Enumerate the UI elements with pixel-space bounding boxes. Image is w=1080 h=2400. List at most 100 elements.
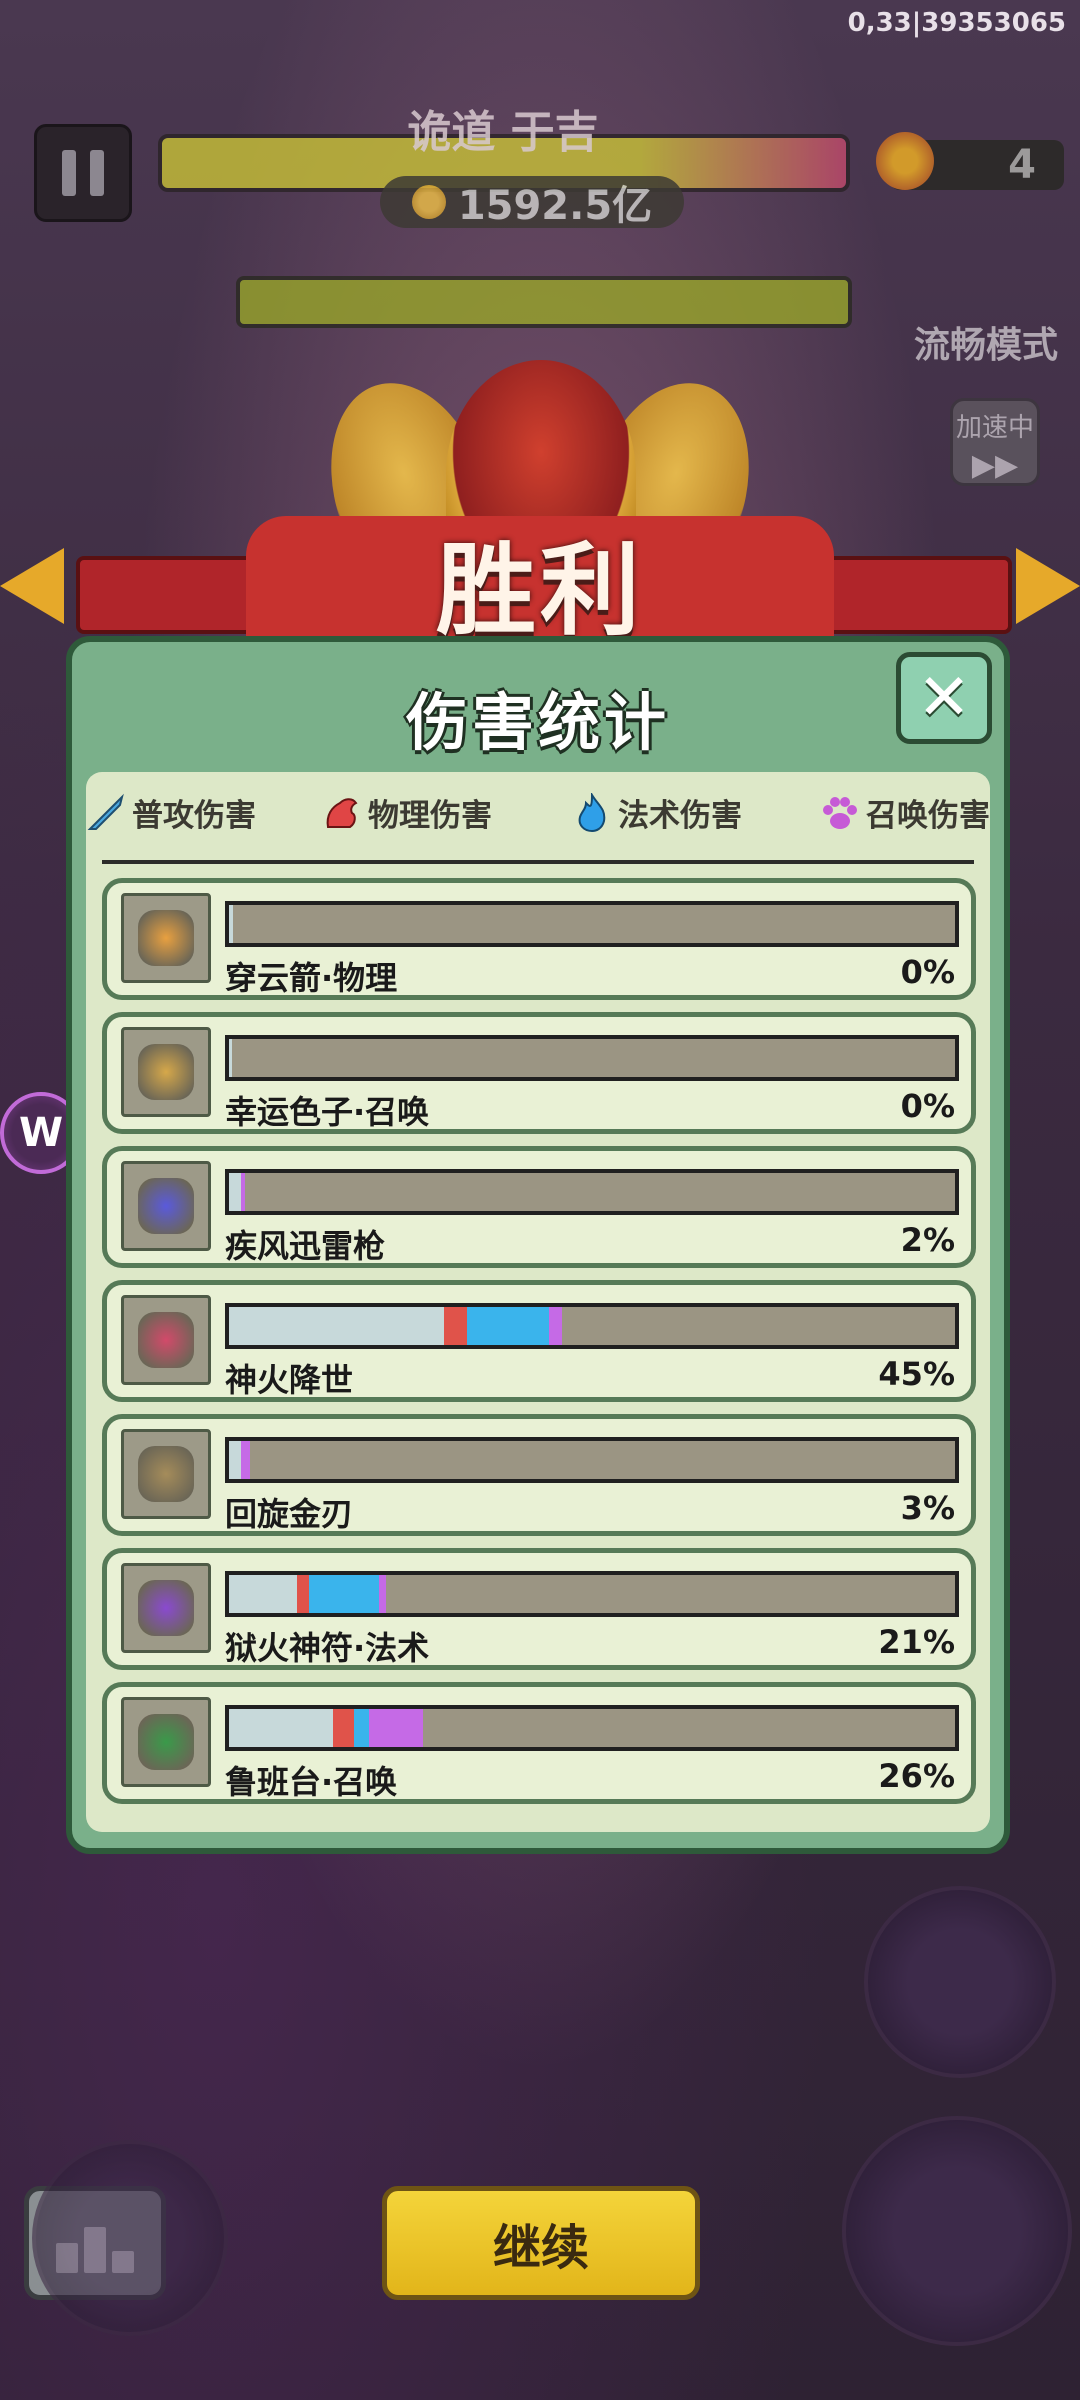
gold-amount: 1592.5亿 bbox=[457, 183, 653, 229]
skill-percent: 26% bbox=[878, 1757, 955, 1795]
skill-name: 狱火神符·法术 bbox=[225, 1629, 430, 1667]
damage-segment-normal bbox=[229, 905, 233, 943]
skill-percent: 0% bbox=[900, 1087, 955, 1125]
skill-name: 回旋金刃 bbox=[225, 1495, 354, 1533]
skill-row: 鲁班台·召唤 26% bbox=[102, 1682, 976, 1804]
victory-title: 胜利 bbox=[246, 516, 834, 649]
skill-orb-icon bbox=[842, 2116, 1072, 2346]
legend-physical: 物理伤害 bbox=[322, 790, 492, 835]
arrows-icon bbox=[121, 893, 211, 983]
sword-icon bbox=[87, 793, 124, 830]
speed-up-button[interactable]: 加速中 ▶▶ bbox=[950, 398, 1040, 486]
debug-readout: 0,33|39353065 bbox=[847, 8, 1066, 38]
dice-icon bbox=[121, 1027, 211, 1117]
close-icon: ✕ bbox=[917, 661, 971, 735]
skill-row: 回旋金刃 3% bbox=[102, 1414, 976, 1536]
pause-button[interactable] bbox=[34, 124, 132, 222]
skill-name: 鲁班台·召唤 bbox=[225, 1763, 398, 1801]
damage-segment-physical bbox=[297, 1575, 309, 1613]
legend-label: 法术伤害 bbox=[618, 798, 742, 834]
skill-name: 神火降世 bbox=[225, 1361, 354, 1399]
damage-segment-normal bbox=[229, 1307, 444, 1345]
skill-row: 幸运色子·召唤 0% bbox=[102, 1012, 976, 1134]
skill-row: 穿云箭·物理 0% bbox=[102, 878, 976, 1000]
damage-segment-magic bbox=[354, 1709, 369, 1747]
skill-row: 疾风迅雷枪 2% bbox=[102, 1146, 976, 1268]
skill-percent: 2% bbox=[900, 1221, 955, 1259]
damage-bar bbox=[225, 1437, 959, 1483]
wave-icon bbox=[876, 132, 934, 190]
legend-label: 召唤伤害 bbox=[866, 798, 990, 834]
skill-name: 疾风迅雷枪 bbox=[225, 1227, 386, 1265]
flame-icon bbox=[578, 792, 606, 832]
hellfire-talisman-icon bbox=[121, 1563, 211, 1653]
legend-label: 普攻伤害 bbox=[132, 798, 256, 834]
panel-content: 普攻伤害 物理伤害 法术伤害 召唤伤害 穿云箭·物理 0% 幸运色子·召唤 0% 疾风迅… bbox=[86, 772, 990, 1832]
lightning-spear-icon bbox=[121, 1161, 211, 1251]
legend-divider bbox=[102, 860, 974, 864]
damage-segment-normal bbox=[229, 1173, 241, 1211]
damage-bar bbox=[225, 1303, 959, 1349]
skill-icon-art bbox=[138, 1580, 194, 1636]
skill-percent: 3% bbox=[900, 1489, 955, 1527]
skill-icon-art bbox=[138, 1312, 194, 1368]
progress-bar bbox=[236, 276, 852, 328]
luban-platform-icon bbox=[121, 1697, 211, 1787]
skill-percent: 21% bbox=[878, 1623, 955, 1661]
divine-fire-icon bbox=[121, 1295, 211, 1385]
skill-icon-art bbox=[138, 1178, 194, 1234]
damage-segment-normal bbox=[229, 1039, 232, 1077]
damage-bar bbox=[225, 901, 959, 947]
damage-bar bbox=[225, 1571, 959, 1617]
damage-segment-normal bbox=[229, 1709, 333, 1747]
damage-stats-panel: 伤害统计 ✕ 普攻伤害 物理伤害 法术伤害 召唤伤害 穿云箭·物理 0% 幸运色子·… bbox=[66, 636, 1010, 1854]
legend-summon: 召唤伤害 bbox=[820, 790, 990, 835]
damage-segment-summon bbox=[241, 1173, 245, 1211]
paw-icon bbox=[823, 796, 857, 829]
damage-segment-normal bbox=[229, 1575, 297, 1613]
arrow-left-icon bbox=[0, 548, 64, 624]
damage-segment-physical bbox=[333, 1709, 354, 1747]
damage-segment-summon bbox=[369, 1709, 423, 1747]
damage-segment-magic bbox=[309, 1575, 379, 1613]
legend-magic: 法术伤害 bbox=[572, 790, 742, 835]
continue-button[interactable]: 继续 bbox=[382, 2186, 700, 2300]
skill-orb-icon bbox=[32, 2140, 228, 2336]
coin-icon bbox=[411, 185, 446, 219]
speed-label: 加速中 bbox=[955, 413, 1034, 443]
fast-forward-icon: ▶▶ bbox=[971, 448, 1019, 483]
skill-name: 幸运色子·召唤 bbox=[225, 1093, 430, 1131]
damage-bar bbox=[225, 1705, 959, 1751]
legend-label: 物理伤害 bbox=[368, 798, 492, 834]
damage-segment-summon bbox=[549, 1307, 562, 1345]
damage-bar bbox=[225, 1035, 959, 1081]
muscle-icon bbox=[326, 797, 358, 828]
skill-icon-art bbox=[138, 1714, 194, 1770]
damage-segment-magic bbox=[467, 1307, 549, 1345]
boss-name: 诡道 于吉 bbox=[407, 107, 599, 158]
skill-name: 穿云箭·物理 bbox=[225, 959, 398, 997]
skill-percent: 0% bbox=[900, 953, 955, 991]
skill-percent: 45% bbox=[878, 1355, 955, 1393]
close-button[interactable]: ✕ bbox=[896, 652, 992, 744]
damage-segment-summon bbox=[379, 1575, 386, 1613]
legend-normal-attack: 普攻伤害 bbox=[86, 790, 256, 835]
pause-icon-bar bbox=[62, 150, 76, 196]
skill-icon-art bbox=[138, 1446, 194, 1502]
smooth-mode-toggle[interactable]: 流畅模式 bbox=[914, 316, 1058, 368]
panel-title: 伤害统计 bbox=[405, 686, 670, 759]
skill-row: 神火降世 45% bbox=[102, 1280, 976, 1402]
skill-row: 狱火神符·法术 21% bbox=[102, 1548, 976, 1670]
gold-counter: 1592.5亿 bbox=[380, 176, 684, 229]
boomerang-blade-icon bbox=[121, 1429, 211, 1519]
damage-segment-normal bbox=[229, 1441, 241, 1479]
damage-type-legend: 普攻伤害 物理伤害 法术伤害 召唤伤害 bbox=[86, 790, 990, 838]
skill-icon-art bbox=[138, 1044, 194, 1100]
pause-icon-bar bbox=[90, 150, 104, 196]
skill-orb-icon bbox=[864, 1886, 1056, 2078]
skill-icon-art bbox=[138, 910, 194, 966]
damage-bar bbox=[225, 1169, 959, 1215]
damage-segment-physical bbox=[444, 1307, 467, 1345]
arrow-right-icon bbox=[1016, 548, 1080, 624]
damage-segment-summon bbox=[241, 1441, 250, 1479]
